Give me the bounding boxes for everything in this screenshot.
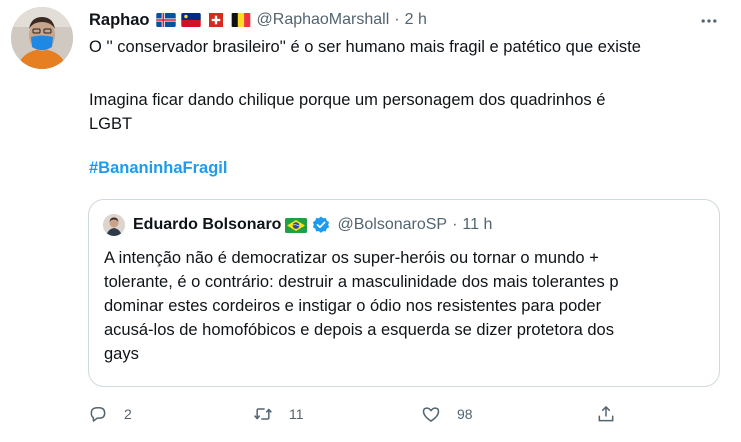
liechtenstein-flag bbox=[180, 13, 201, 27]
like-button[interactable]: 98 bbox=[421, 400, 473, 428]
more-options-icon[interactable] bbox=[697, 10, 721, 32]
quoted-header-separator: · bbox=[452, 216, 458, 233]
tweet-text-line: Imagina ficar dando chilique porque um p… bbox=[89, 91, 606, 109]
retweet-button[interactable]: 11 bbox=[253, 400, 304, 428]
share-icon bbox=[596, 404, 616, 424]
tweet-timestamp[interactable]: 2 h bbox=[405, 11, 427, 29]
tweet-text-line: O '' conservador brasileiro'' é o ser hu… bbox=[89, 38, 641, 56]
retweet-count: 11 bbox=[289, 406, 304, 422]
like-count: 98 bbox=[457, 406, 473, 422]
quoted-author-avatar bbox=[103, 214, 125, 236]
quoted-text-line: A intenção não é democratizar os super-h… bbox=[104, 249, 599, 267]
author-handle[interactable]: @RaphaoMarshall bbox=[257, 11, 390, 29]
tweet[interactable]: Raphao @RaphaoMarshall · 2 h O '' conser… bbox=[0, 0, 741, 442]
switzerland-flag bbox=[206, 13, 226, 27]
header-separator: · bbox=[394, 11, 400, 28]
retweet-icon bbox=[253, 404, 273, 424]
quoted-text-line: tolerante, é o contrário: destruir a mas… bbox=[104, 273, 619, 291]
name-flags bbox=[155, 13, 251, 27]
author-name[interactable]: Raphao bbox=[89, 11, 150, 30]
quoted-timestamp: 11 h bbox=[462, 216, 493, 233]
tweet-header: Raphao @RaphaoMarshall · 2 h bbox=[89, 8, 427, 32]
quoted-tweet-header: Eduardo Bolsonaro @BolsonaroSP · 11 h bbox=[133, 213, 492, 237]
belgium-flag bbox=[231, 13, 251, 27]
tweet-actions: 2 11 98 bbox=[88, 400, 728, 428]
reply-icon bbox=[88, 404, 108, 424]
iceland-flag bbox=[155, 13, 176, 27]
quoted-author-name: Eduardo Bolsonaro bbox=[133, 216, 282, 233]
like-icon bbox=[421, 404, 441, 424]
hashtag-link[interactable]: #BananinhaFragil bbox=[89, 159, 227, 178]
quoted-text-line: acusá-los de homofóbicos e depois a esqu… bbox=[104, 321, 614, 339]
verified-badge-icon bbox=[311, 215, 331, 235]
tweet-text-line: LGBT bbox=[89, 115, 133, 133]
quoted-text-line: gays bbox=[104, 345, 139, 363]
share-button[interactable] bbox=[596, 400, 616, 428]
quoted-text-line: dominar estes cordeiros e instigar o ódi… bbox=[104, 297, 602, 315]
quoted-tweet[interactable]: Eduardo Bolsonaro @BolsonaroSP · 11 h A … bbox=[88, 199, 720, 387]
author-avatar[interactable] bbox=[11, 7, 73, 69]
quoted-author-handle: @BolsonaroSP bbox=[337, 216, 448, 233]
brazil-flag bbox=[285, 217, 308, 233]
reply-count: 2 bbox=[124, 406, 132, 422]
reply-button[interactable]: 2 bbox=[88, 400, 132, 428]
